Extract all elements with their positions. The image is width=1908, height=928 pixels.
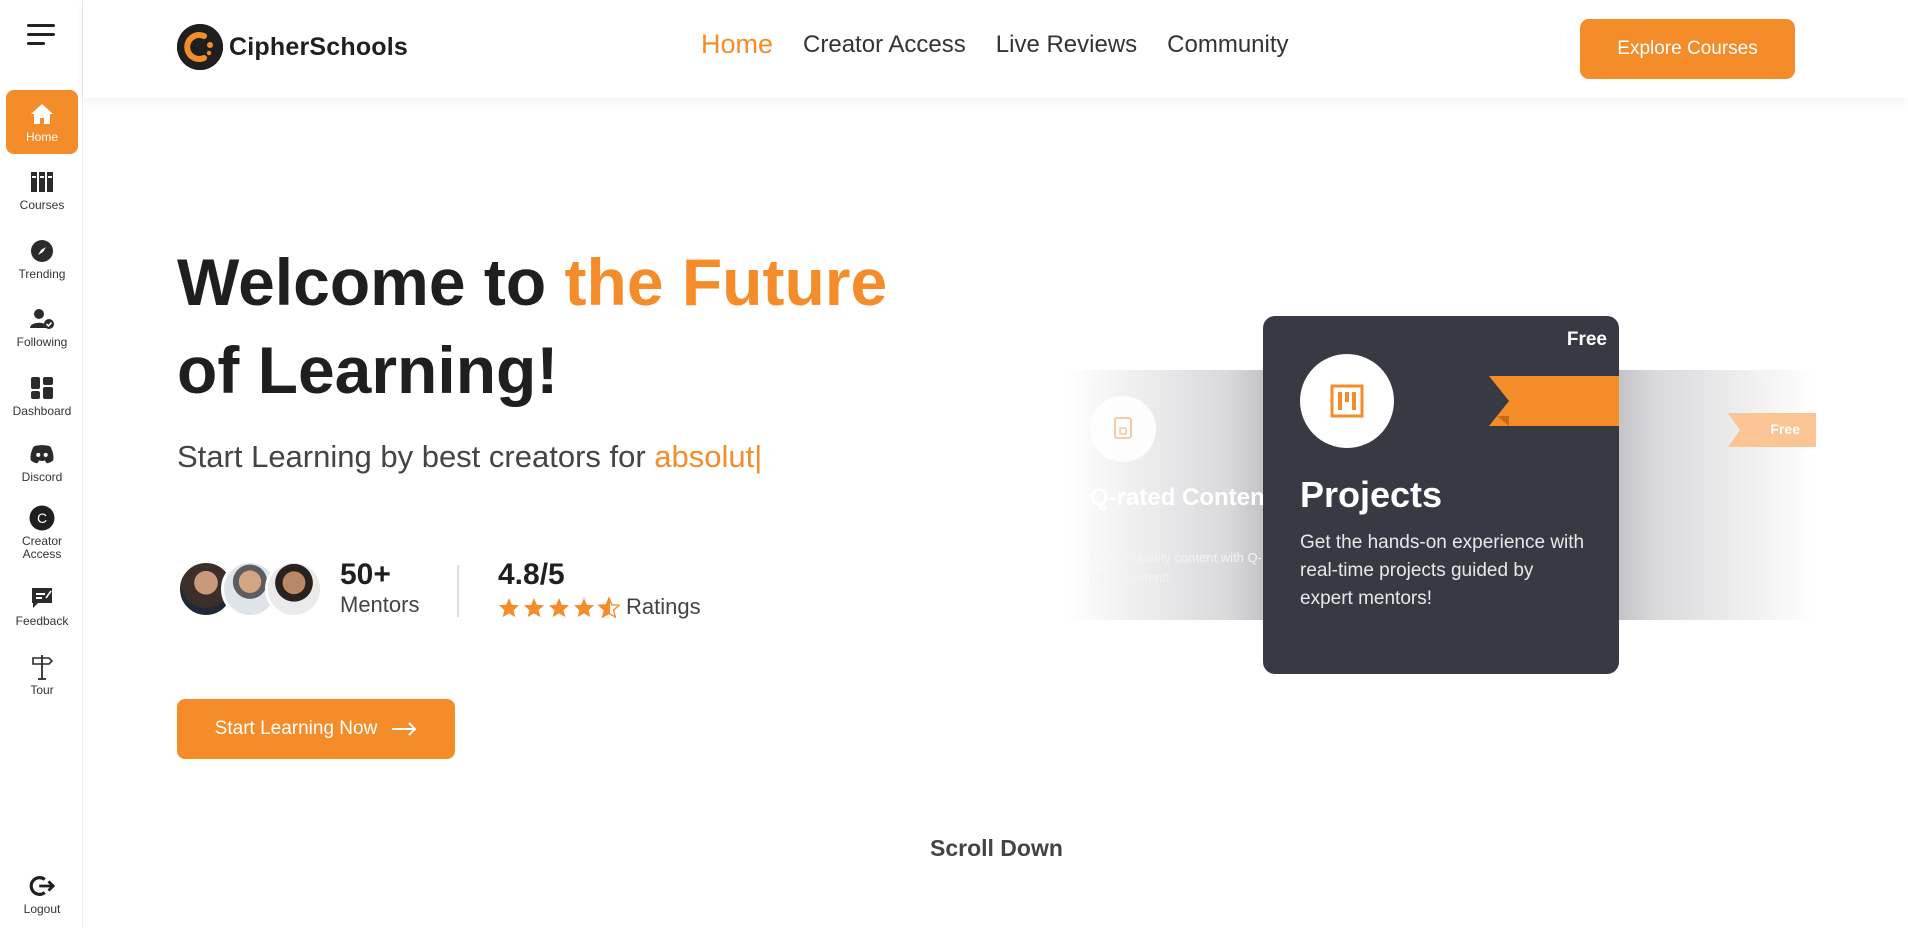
mentors-label: Mentors bbox=[340, 592, 420, 617]
stat-divider bbox=[457, 565, 459, 617]
sidebar-item-courses[interactable]: Courses bbox=[6, 158, 78, 222]
sidebar: Home Courses Trending Following Dashboar… bbox=[0, 0, 83, 928]
nav-link-live-reviews[interactable]: Live Reviews bbox=[996, 31, 1137, 60]
free-badge: Free bbox=[1566, 329, 1607, 350]
carousel-card-title: Q-rated Content bbox=[1090, 484, 1273, 511]
free-ribbon bbox=[1489, 376, 1619, 426]
hero-subtitle-text: Start Learning by best creators for bbox=[177, 439, 655, 474]
sidebar-item-tour[interactable]: Tour bbox=[6, 643, 78, 707]
hamburger-icon[interactable] bbox=[27, 24, 57, 46]
sidebar-item-label: Following bbox=[16, 334, 68, 349]
feedback-icon bbox=[29, 585, 55, 611]
hero-title-part2: of Learning! bbox=[177, 333, 559, 407]
carousel-card-desc: Get the hands-on experience with real-ti… bbox=[1300, 532, 1585, 609]
sidebar-item-discord[interactable]: Discord bbox=[6, 430, 78, 494]
rating-stat: 4.8/5 Ratings bbox=[498, 558, 701, 620]
nav-link-creator-access[interactable]: Creator Access bbox=[803, 31, 966, 60]
hero-subtitle-typed: absolut bbox=[654, 439, 755, 474]
sidebar-item-label: Logout bbox=[23, 901, 61, 916]
sidebar-item-logout[interactable]: Logout bbox=[6, 862, 78, 926]
sidebar-item-trending[interactable]: Trending bbox=[6, 227, 78, 291]
discord-icon bbox=[29, 441, 55, 467]
start-learning-button[interactable]: Start Learning Now bbox=[177, 699, 455, 759]
books-icon bbox=[29, 169, 55, 195]
nav-link-home[interactable]: Home bbox=[701, 29, 773, 60]
sidebar-item-following[interactable]: Following bbox=[6, 295, 78, 359]
sidebar-item-label: Courses bbox=[19, 197, 65, 212]
content-icon bbox=[1090, 396, 1156, 462]
hero-subtitle: Start Learning by best creators for abso… bbox=[177, 439, 762, 475]
hero-title-part1: Welcome to bbox=[177, 245, 565, 319]
rating-value: 4.8/5 bbox=[498, 558, 565, 591]
projects-icon bbox=[1300, 354, 1394, 448]
creator-c-icon: C bbox=[29, 505, 55, 531]
mentors-count: 50+ bbox=[340, 558, 391, 591]
sidebar-item-label: Discord bbox=[21, 469, 63, 484]
top-nav: Home Creator Access Live Reviews Communi… bbox=[701, 29, 1319, 60]
user-check-icon bbox=[29, 306, 55, 332]
star-half-icon bbox=[598, 596, 620, 618]
typing-caret: | bbox=[754, 439, 763, 474]
sidebar-item-creator-access[interactable]: C Creator Access bbox=[6, 500, 78, 566]
sidebar-item-home[interactable]: Home bbox=[6, 90, 78, 154]
hero-title-accent: the Future bbox=[564, 245, 888, 319]
sidebar-item-label: Home bbox=[25, 129, 58, 144]
star-rating bbox=[498, 596, 620, 618]
arrow-right-icon bbox=[392, 722, 417, 736]
avatar bbox=[265, 560, 323, 618]
mentors-stat: 50+ Mentors bbox=[340, 558, 419, 618]
scroll-down-hint[interactable]: Scroll Down bbox=[930, 835, 1063, 862]
sidebar-item-label: Tour bbox=[30, 682, 54, 697]
free-badge: Free bbox=[1770, 421, 1800, 437]
feature-carousel: Q-rated Content Unlock quality content w… bbox=[1066, 316, 1816, 676]
dashboard-icon bbox=[29, 375, 55, 401]
logout-icon bbox=[29, 873, 55, 899]
brand-name: CipherSchools bbox=[229, 32, 409, 61]
rating-label: Ratings bbox=[626, 594, 701, 619]
star-icon bbox=[573, 597, 595, 617]
signpost-icon bbox=[29, 654, 55, 680]
svg-text:C: C bbox=[37, 510, 47, 526]
star-icon bbox=[548, 597, 570, 617]
sidebar-item-dashboard[interactable]: Dashboard bbox=[6, 364, 78, 428]
sidebar-item-feedback[interactable]: Feedback bbox=[6, 574, 78, 638]
star-icon bbox=[498, 597, 520, 617]
mentor-avatars bbox=[177, 560, 323, 618]
sidebar-item-label: Feedback bbox=[15, 613, 69, 628]
hero-title: Welcome to the Future of Learning! bbox=[177, 238, 887, 414]
nav-link-community[interactable]: Community bbox=[1167, 31, 1288, 60]
logo-icon bbox=[177, 24, 223, 70]
carousel-card-desc: Unlock quality content with Q-rated cont… bbox=[1090, 550, 1262, 585]
star-icon bbox=[523, 597, 545, 617]
sidebar-item-label: Trending bbox=[18, 266, 66, 281]
compass-icon bbox=[29, 238, 55, 264]
carousel-card-title: Projects bbox=[1300, 474, 1443, 515]
sidebar-item-label: Creator Access bbox=[21, 534, 62, 561]
logo[interactable]: CipherSchools bbox=[177, 24, 408, 70]
top-header: CipherSchools Home Creator Access Live R… bbox=[83, 0, 1908, 98]
carousel-card-active[interactable]: Free Projects Get the hands-on experienc… bbox=[1263, 316, 1619, 674]
explore-courses-button[interactable]: Explore Courses bbox=[1580, 19, 1795, 79]
sidebar-item-label: Dashboard bbox=[12, 403, 72, 418]
home-icon bbox=[29, 101, 55, 127]
start-learning-label: Start Learning Now bbox=[214, 718, 378, 739]
